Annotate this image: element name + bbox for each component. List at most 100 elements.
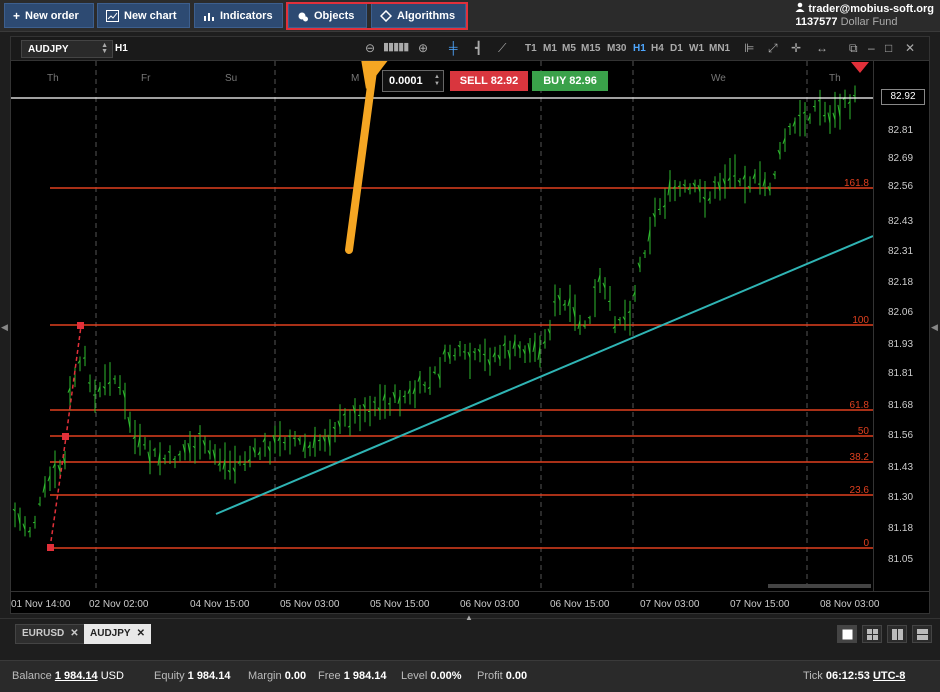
maximize-icon[interactable]: □ — [885, 41, 892, 55]
equity-status: Equity 1 984.14 — [154, 670, 230, 682]
minimize-icon[interactable]: – — [868, 41, 875, 55]
tf-m30[interactable]: M30 — [607, 43, 626, 54]
fib-anchor-point[interactable] — [77, 322, 84, 329]
free-label: Free — [318, 670, 341, 682]
profit-label: Profit — [477, 670, 503, 682]
balance-status: Balance 1 984.14 USD — [12, 670, 124, 682]
diamond-icon — [380, 9, 392, 22]
tab-eurusd[interactable]: EURUSD ✕ — [15, 624, 86, 644]
tf-m5[interactable]: M5 — [562, 43, 576, 54]
price-bar-open — [87, 382, 91, 384]
horizontal-scrollbar[interactable] — [768, 584, 871, 588]
indicators-button[interactable]: Indicators — [194, 3, 283, 28]
level-label: Level — [401, 670, 428, 682]
resize-icon[interactable]: ⤢ — [768, 41, 778, 56]
tf-t1[interactable]: T1 — [525, 43, 537, 54]
collapse-right-icon[interactable]: ◀ — [931, 322, 938, 333]
collapse-left-icon[interactable]: ◀ — [1, 322, 8, 333]
tick-label: Tick — [803, 670, 823, 682]
layout-grid-button[interactable] — [862, 625, 882, 643]
balance-value[interactable]: 1 984.14 — [55, 670, 98, 682]
panel-toggle-icon[interactable]: ▲ — [465, 613, 473, 622]
price-axis-label: 82.56 — [888, 181, 914, 192]
bar-style-icon[interactable]: ╪ — [449, 41, 458, 55]
price-axis-label: 82.06 — [888, 307, 914, 318]
tf-m1[interactable]: M1 — [543, 43, 557, 54]
crosshair-icon[interactable]: ✛ — [791, 41, 801, 55]
profit-value: 0.00 — [505, 670, 528, 682]
chart-header: AUDJPY ▲ ▼ H1 ⊖ ▮▮▮▮▮ ⊕ ╪ ┫ ⟋ T1 M1 M5 M1… — [11, 37, 929, 61]
balance-label: Balance — [12, 670, 52, 682]
zoom-slider-icon[interactable]: ▮▮▮▮▮ — [383, 40, 409, 53]
close-icon[interactable]: ✕ — [137, 624, 145, 644]
account-number: 1137577 — [795, 16, 838, 28]
layout-rows-button[interactable] — [912, 625, 932, 643]
time-axis-label: 02 Nov 02:00 — [89, 599, 149, 610]
sell-button[interactable]: SELL 82.92 — [450, 71, 528, 91]
tf-d1[interactable]: D1 — [670, 43, 683, 54]
close-icon[interactable]: ✕ — [905, 41, 915, 55]
zoom-out-icon[interactable]: ⊖ — [365, 41, 375, 55]
tf-h4[interactable]: H4 — [651, 43, 664, 54]
price-axis-label: 82.81 — [888, 125, 914, 136]
timezone-select[interactable]: UTC-8 — [873, 670, 905, 682]
zoom-in-icon[interactable]: ⊕ — [418, 41, 428, 55]
price-bar-open — [582, 325, 586, 327]
fibonacci-levels[interactable]: 161.8 100 61.8 50 38.2 23.6 0 — [50, 178, 873, 549]
time-axis[interactable]: 01 Nov 14:00 02 Nov 02:00 04 Nov 15:00 05 N… — [11, 591, 929, 613]
price-axis-label: 81.30 — [888, 492, 914, 503]
layout-columns-button[interactable] — [887, 625, 907, 643]
day-label: Th — [829, 73, 841, 84]
chart-window: AUDJPY ▲ ▼ H1 ⊖ ▮▮▮▮▮ ⊕ ╪ ┫ ⟋ T1 M1 M5 M1… — [10, 36, 930, 614]
symbol-select[interactable]: AUDJPY ▲ ▼ — [21, 40, 113, 58]
layout-single-button[interactable] — [837, 625, 857, 643]
stepper-icon: ▲ ▼ — [434, 74, 440, 87]
buy-button[interactable]: BUY 82.96 — [532, 71, 608, 91]
layout-rows-icon — [916, 628, 928, 640]
bar-chart-icon — [203, 10, 215, 22]
fit-icon[interactable]: ⊫ — [744, 41, 754, 55]
price-axis-label: 82.69 — [888, 153, 914, 164]
candle-style-icon[interactable]: ┫ — [475, 41, 482, 55]
price-axis-label: 82.18 — [888, 277, 914, 288]
tab-audjpy[interactable]: AUDJPY ✕ — [84, 624, 151, 644]
lot-size-input[interactable]: 0.0001 ▲ ▼ — [382, 70, 444, 92]
tf-w1[interactable]: W1 — [689, 43, 704, 54]
objects-icon — [297, 10, 309, 22]
trendline[interactable] — [215, 235, 873, 515]
day-label: We — [711, 73, 726, 84]
scroll-icon[interactable]: ↔ — [816, 41, 828, 55]
price-bar-open — [677, 185, 681, 188]
price-axis-label: 82.31 — [888, 246, 914, 257]
line-style-icon[interactable]: ⟋ — [498, 41, 506, 56]
tf-mn1[interactable]: MN1 — [709, 43, 730, 54]
account-user: trader@mobius-soft.org — [808, 3, 934, 15]
price-bars — [12, 85, 856, 538]
new-order-button[interactable]: + New order — [4, 3, 94, 28]
current-price-label: 82.92 — [881, 89, 925, 105]
margin-label: Margin — [248, 670, 282, 682]
price-alert-marker[interactable] — [851, 62, 869, 73]
stepper-icon: ▲ ▼ — [101, 42, 108, 55]
fib-anchor-point[interactable] — [47, 544, 54, 551]
objects-button[interactable]: Objects — [288, 3, 367, 28]
fib-level-label: 100 — [852, 315, 869, 326]
indicators-label: Indicators — [220, 9, 273, 22]
algorithms-button[interactable]: Algorithms — [371, 3, 466, 28]
free-value: 1 984.14 — [343, 670, 387, 682]
price-axis[interactable]: 82.92 82.81 82.69 82.56 82.43 82.31 82.18 82.0… — [873, 61, 929, 591]
current-timeframe: H1 — [115, 43, 128, 54]
layout-grid-icon — [866, 628, 878, 640]
tf-h1[interactable]: H1 — [633, 43, 646, 54]
new-chart-label: New chart — [124, 9, 177, 22]
time-axis-label: 05 Nov 15:00 — [370, 599, 430, 610]
price-axis-label: 81.93 — [888, 339, 914, 350]
equity-value: 1 984.14 — [187, 670, 231, 682]
time-axis-label: 04 Nov 15:00 — [190, 599, 250, 610]
new-chart-button[interactable]: New chart — [97, 3, 190, 28]
popout-icon[interactable]: ⧉ — [849, 41, 858, 56]
close-icon[interactable]: ✕ — [70, 624, 78, 644]
fib-anchor-point[interactable] — [62, 433, 69, 440]
price-chart[interactable]: 161.8 100 61.8 50 38.2 23.6 0 Th Fr Su M We Th — [11, 61, 873, 591]
tf-m15[interactable]: M15 — [581, 43, 600, 54]
